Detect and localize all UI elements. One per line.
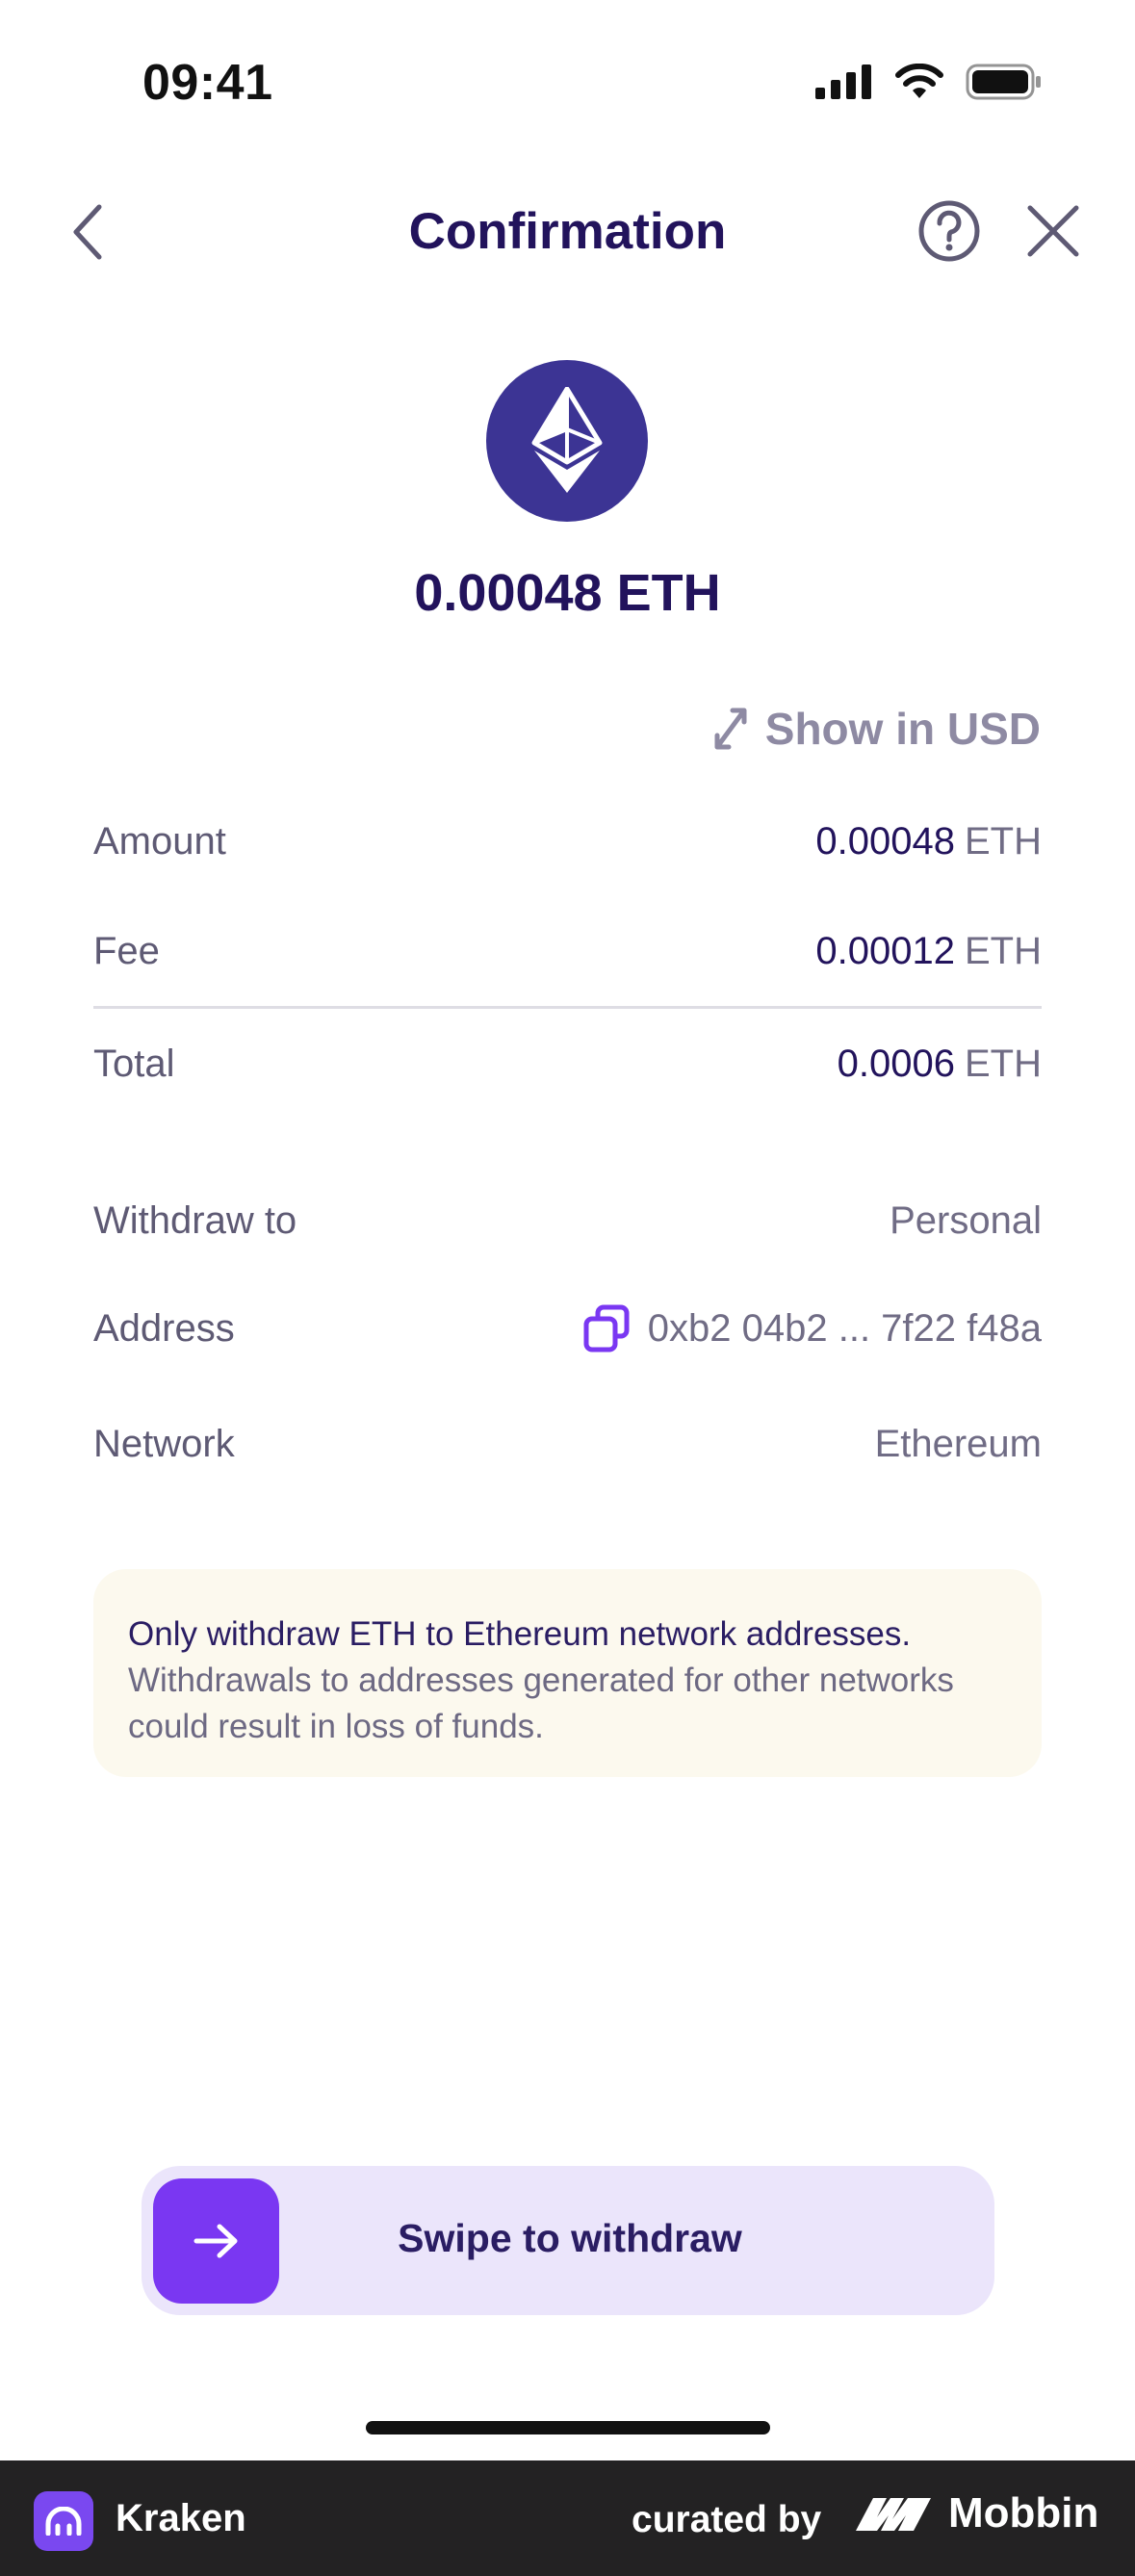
- total-label: Total: [93, 1042, 175, 1085]
- network-label: Network: [93, 1422, 235, 1465]
- ethereum-icon: [531, 387, 603, 493]
- footer-brand-name: Mobbin: [948, 2489, 1099, 2537]
- withdraw-amount: 0.00048 ETH: [414, 564, 721, 622]
- close-icon: [1027, 205, 1079, 257]
- address-label: Address: [93, 1306, 235, 1350]
- address-value-group: 0xb2 04b2 ... 7f22 f48a: [582, 1303, 1042, 1353]
- status-icons: [815, 64, 1043, 100]
- amount-value: 0.00048 ETH: [815, 820, 1042, 863]
- footer-bar: Kraken curated by Mobbin: [0, 2460, 1135, 2576]
- divider: [93, 1006, 1042, 1009]
- signal-icon: [815, 64, 871, 99]
- copy-icon: [583, 1304, 630, 1352]
- wifi-icon: [895, 64, 943, 98]
- network-row: Network Ethereum: [93, 1415, 1042, 1473]
- amount-unit: ETH: [965, 819, 1042, 863]
- warning-body: Withdrawals to addresses generated for o…: [128, 1662, 954, 1745]
- address-row: Address 0xb2 04b2 ... 7f22 f48a: [93, 1300, 1042, 1357]
- status-bar: 09:41: [0, 0, 1135, 168]
- fee-value: 0.00012 ETH: [815, 930, 1042, 973]
- copy-address-button[interactable]: [582, 1303, 631, 1353]
- eth-coin-icon: [486, 360, 648, 522]
- footer-curated-by: curated by: [632, 2499, 822, 2540]
- amount-row: Amount 0.00048 ETH: [93, 812, 1042, 870]
- swipe-to-withdraw-slider[interactable]: Swipe to withdraw: [142, 2166, 994, 2315]
- warning-banner: Only withdraw ETH to Ethereum network ad…: [93, 1569, 1042, 1777]
- amount-number: 0.00048: [815, 819, 955, 863]
- total-unit: ETH: [965, 1042, 1042, 1085]
- swap-arrows-icon: [714, 708, 747, 750]
- withdraw-to-row: Withdraw to Personal: [93, 1192, 1042, 1249]
- total-value: 0.0006 ETH: [838, 1043, 1042, 1086]
- kraken-glyph-icon: [45, 2507, 82, 2536]
- amount-label: Amount: [93, 819, 226, 863]
- footer-app-name: Kraken: [116, 2497, 246, 2539]
- show-in-usd-toggle[interactable]: Show in USD: [711, 703, 1041, 755]
- mobbin-logo-icon: [856, 2498, 931, 2531]
- kraken-logo-icon: [34, 2491, 93, 2551]
- warning-headline: Only withdraw ETH to Ethereum network ad…: [128, 1615, 912, 1653]
- status-time: 09:41: [142, 55, 273, 111]
- battery-icon: [966, 64, 1041, 100]
- show-in-usd-label: Show in USD: [764, 704, 1041, 754]
- withdraw-to-label: Withdraw to: [93, 1198, 297, 1242]
- network-value: Ethereum: [874, 1422, 1042, 1465]
- mobbin-brand: Mobbin: [852, 2489, 1098, 2537]
- total-row: Total 0.0006 ETH: [93, 1035, 1042, 1093]
- fee-unit: ETH: [965, 929, 1042, 972]
- swipe-handle[interactable]: [153, 2178, 279, 2304]
- close-button[interactable]: [1020, 198, 1086, 264]
- help-icon: [918, 200, 980, 262]
- withdraw-to-value: Personal: [890, 1198, 1042, 1242]
- top-nav: Confirmation: [0, 183, 1135, 279]
- fee-label: Fee: [93, 929, 160, 972]
- fee-row: Fee 0.00012 ETH: [93, 922, 1042, 980]
- total-number: 0.0006: [837, 1042, 955, 1085]
- help-button[interactable]: [916, 198, 982, 264]
- fee-number: 0.00012: [815, 929, 955, 972]
- arrow-right-icon: [193, 2224, 237, 2258]
- address-value: 0xb2 04b2 ... 7f22 f48a: [647, 1306, 1042, 1350]
- home-indicator: [366, 2421, 770, 2434]
